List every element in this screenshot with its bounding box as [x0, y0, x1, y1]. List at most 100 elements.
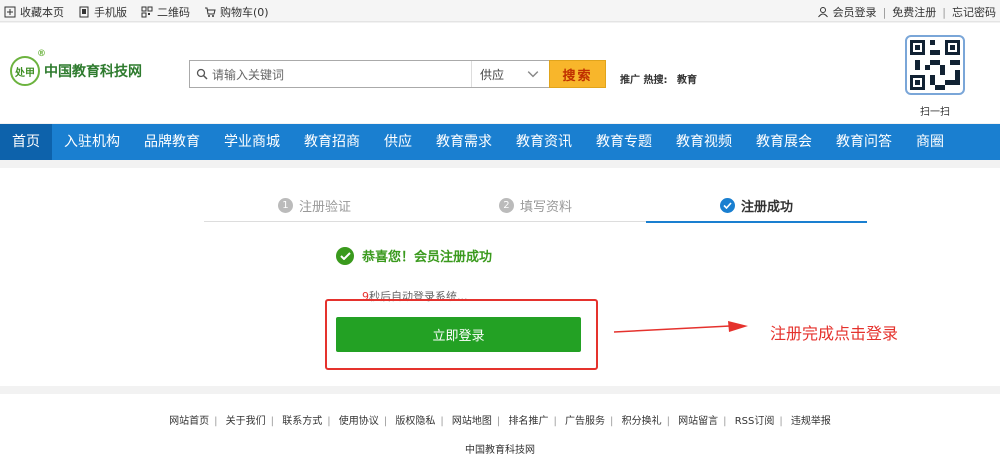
success-check-icon [336, 246, 354, 265]
step-number: 1 [277, 197, 293, 213]
step-label: 注册成功 [740, 199, 793, 215]
logo-badge: 处甲 ® [10, 49, 46, 86]
cart-icon [205, 7, 216, 17]
member-login-label: 会员登录 [832, 6, 877, 19]
login-now-button[interactable]: 立即登录 [336, 317, 581, 352]
register-label: 免费注册 [892, 6, 937, 19]
footer-link[interactable]: 排名推广 [508, 416, 548, 427]
separator: | [610, 416, 614, 427]
hot-search: 推广 热搜: 教育 [620, 71, 703, 86]
separator: | [779, 416, 783, 427]
nav-item-institutions[interactable]: 入驻机构 [52, 124, 132, 160]
forgot-password-link[interactable]: 忘记密码 [952, 4, 996, 20]
footer-link[interactable]: 网站留言 [678, 416, 718, 427]
footer-link[interactable]: 联系方式 [282, 416, 322, 427]
top-bar: 收藏本页 手机版 二维码 购物车(0) 会员登录 | 免费注册 | 忘记密码 [0, 0, 1000, 22]
check-icon [719, 197, 735, 213]
footer-link[interactable]: 网站地图 [452, 416, 492, 427]
qrcode-link[interactable]: 二维码 [141, 4, 190, 20]
separator: | [214, 416, 218, 427]
qrcode-icon [910, 40, 960, 90]
qr-code-image [905, 35, 965, 95]
footer-link[interactable]: 关于我们 [226, 416, 266, 427]
site-logo[interactable]: 处甲 ® 中国教育科技网 [10, 49, 142, 86]
cart-label: 购物车(0) [220, 6, 269, 19]
search-input[interactable]: 请输入关键词 [212, 66, 471, 83]
nav-item-brand-education[interactable]: 品牌教育 [132, 124, 212, 160]
separator: | [882, 5, 887, 19]
search-field[interactable]: 请输入关键词 供应 [189, 60, 549, 88]
qrcode-icon [141, 6, 153, 18]
annotation-arrow-icon [613, 321, 748, 333]
registration-result-panel: 1 注册验证 2 填写资料 注册成功 恭喜您！会员注册成功 9秒后自动登录系统.… [0, 168, 1000, 386]
registered-mark: ® [37, 49, 46, 59]
bookmark-link[interactable]: 收藏本页 [4, 4, 64, 20]
success-message: 恭喜您！会员注册成功 [336, 246, 492, 265]
nav-item-business-circle[interactable]: 商圈 [904, 124, 956, 160]
nav-item-videos[interactable]: 教育视频 [664, 124, 744, 160]
logo-badge-text: 处甲 [15, 67, 35, 79]
footer-link[interactable]: 使用协议 [339, 416, 379, 427]
qrcode-label: 二维码 [157, 6, 190, 19]
step-fill-info: 2 填写资料 [425, 188, 646, 222]
nav-item-supply[interactable]: 供应 [372, 124, 424, 160]
step-verify: 1 注册验证 [204, 188, 425, 222]
search-bar: 请输入关键词 供应 搜索 [189, 60, 606, 88]
step-success: 注册成功 [646, 188, 867, 223]
separator: | [942, 5, 946, 19]
forgot-password-label: 忘记密码 [952, 6, 996, 19]
footer-links: 网站首页 | 关于我们 | 联系方式 | 使用协议 | 版权隐私 | 网站地图 | 排名推广… [0, 412, 1000, 427]
bookmark-icon [4, 6, 16, 18]
separator: | [723, 416, 727, 427]
mobile-link[interactable]: 手机版 [78, 4, 127, 20]
footer-link[interactable]: 积分换礼 [622, 416, 662, 427]
footer-link[interactable]: 网站首页 [169, 416, 209, 427]
separator: | [496, 416, 501, 427]
step-label: 填写资料 [519, 199, 572, 215]
footer-link[interactable]: 广告服务 [565, 416, 605, 427]
nav-item-home[interactable]: 首页 [0, 124, 52, 160]
step-label: 注册验证 [298, 199, 351, 215]
main-nav: 首页 入驻机构 品牌教育 学业商城 教育招商 供应 教育需求 教育资讯 教育专题… [0, 124, 1000, 160]
footer-link[interactable]: RSS订阅 [735, 416, 775, 427]
registration-steps: 1 注册验证 2 填写资料 注册成功 [204, 188, 867, 223]
cart-link[interactable]: 购物车(0) [204, 4, 269, 20]
qr-code-label: 扫一扫 [920, 107, 950, 118]
user-icon [817, 7, 828, 18]
footer-copyright: 中国教育科技网 [465, 445, 535, 456]
register-link[interactable]: 免费注册 [892, 4, 936, 20]
nav-item-news[interactable]: 教育资讯 [504, 124, 584, 160]
mobile-label: 手机版 [94, 6, 127, 19]
hot-search-label: 推广 热搜: [620, 75, 668, 86]
mobile-icon [79, 6, 89, 18]
top-bar-left: 收藏本页 手机版 二维码 购物车(0) [4, 4, 269, 20]
search-icon [196, 68, 208, 80]
separator: | [327, 416, 331, 427]
logo-text: 中国教育科技网 [44, 64, 142, 80]
footer-link[interactable]: 违规举报 [791, 416, 831, 427]
member-login-link[interactable]: 会员登录 [817, 4, 877, 20]
nav-item-expo[interactable]: 教育展会 [744, 124, 824, 160]
search-button[interactable]: 搜索 [549, 60, 606, 88]
separator: | [553, 416, 557, 427]
top-bar-right: 会员登录 | 免费注册 | 忘记密码 [817, 4, 996, 20]
site-footer: 网站首页 | 关于我们 | 联系方式 | 使用协议 | 版权隐私 | 网站地图 | 排名推广… [0, 394, 1000, 466]
nav-item-franchise[interactable]: 教育招商 [292, 124, 372, 160]
nav-item-qa[interactable]: 教育问答 [824, 124, 904, 160]
nav-item-topics[interactable]: 教育专题 [584, 124, 664, 160]
separator: | [666, 416, 670, 427]
annotation-text: 注册完成点击登录 [770, 324, 899, 343]
separator: | [440, 416, 444, 427]
search-category-select[interactable]: 供应 [471, 61, 549, 87]
separator: | [270, 416, 275, 427]
separator: | [383, 416, 388, 427]
nav-item-study-mall[interactable]: 学业商城 [212, 124, 292, 160]
step-number: 2 [498, 197, 514, 213]
nav-item-demand[interactable]: 教育需求 [424, 124, 504, 160]
hot-keyword-link[interactable]: 教育 [677, 75, 697, 86]
search-category-value: 供应 [480, 67, 505, 82]
bookmark-label: 收藏本页 [20, 6, 64, 19]
site-header: 处甲 ® 中国教育科技网 请输入关键词 供应 搜索 推广 热搜: 教育 扫一扫 [0, 23, 1000, 123]
chevron-down-icon [527, 71, 539, 78]
footer-link[interactable]: 版权隐私 [395, 416, 435, 427]
